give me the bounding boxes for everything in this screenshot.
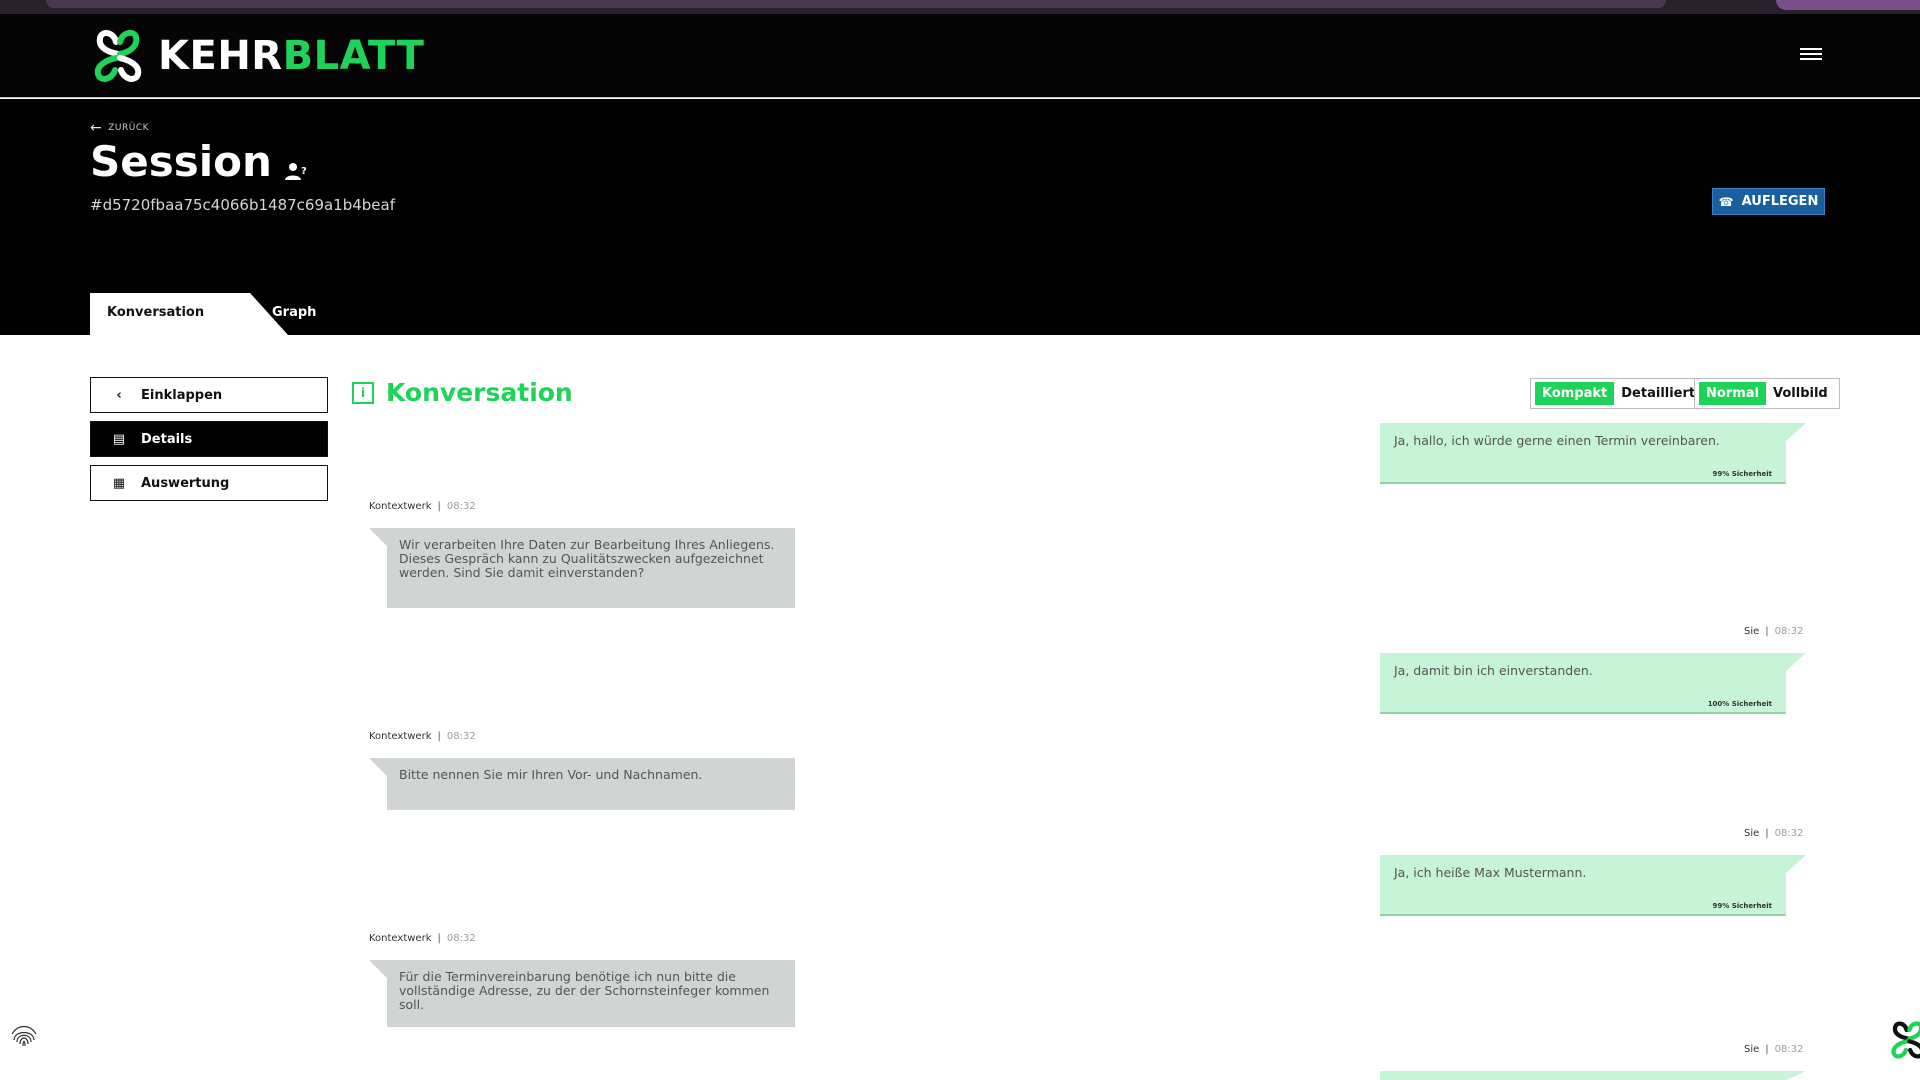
message-text: Bitte nennen Sie mir Ihren Vor- und Nach…: [399, 767, 703, 782]
collapse-label: Einklappen: [141, 387, 223, 403]
user-message: [1380, 1071, 1806, 1080]
message-sender: Sie: [1744, 1044, 1760, 1055]
kehrblatt-logo[interactable]: KEHRBLATT: [90, 28, 424, 84]
svg-text:?: ?: [301, 166, 307, 177]
message-sender: Sie: [1744, 828, 1760, 839]
user-message: Ja, ich heiße Max Mustermann. 99% Sicher…: [1380, 855, 1806, 916]
details-icon: ▤: [112, 431, 126, 447]
info-icon: i: [352, 381, 374, 404]
confidence-badge: 100% Sicherheit: [1707, 700, 1772, 708]
arrow-left-icon: ←: [90, 120, 103, 136]
fingerprint-icon[interactable]: [8, 1020, 40, 1052]
clover-widget-icon[interactable]: [1888, 1020, 1920, 1060]
size-mode-toggle: Normal Vollbild: [1694, 378, 1840, 409]
message-text: Für die Terminvereinbarung benötige ich …: [399, 969, 770, 1012]
page-title-text: Session: [90, 137, 272, 186]
sidebar-item-label: Details: [141, 431, 193, 447]
hangup-label: AUFLEGEN: [1741, 194, 1819, 209]
message-meta: Sie | 08:32: [1744, 626, 1804, 637]
compact-toggle[interactable]: Kompakt: [1535, 382, 1615, 405]
message-sender: Kontextwerk: [369, 731, 432, 742]
message-text: Wir verarbeiten Ihre Daten zur Bearbeitu…: [399, 537, 775, 580]
message-text: Ja, ich heiße Max Mustermann.: [1394, 865, 1587, 880]
bot-message: Wir verarbeiten Ihre Daten zur Bearbeitu…: [369, 528, 795, 608]
user-message: Ja, damit bin ich einverstanden. 100% Si…: [1380, 653, 1806, 714]
sidebar-item-details[interactable]: ▤ Details: [90, 421, 328, 457]
message-meta: Kontextwerk | 08:32: [369, 731, 476, 742]
view-mode-toggle: Kompakt Detailliert: [1530, 378, 1708, 409]
session-header: ← ZURÜCK Session ? #d5720fbaa75c4066b148…: [0, 99, 1920, 335]
unknown-user-icon: ?: [284, 163, 307, 180]
collapse-button[interactable]: ‹ Einklappen: [90, 377, 328, 413]
hangup-button[interactable]: ☎ AUFLEGEN: [1712, 188, 1825, 215]
user-message: Ja, hallo, ich würde gerne einen Termin …: [1380, 423, 1806, 484]
browser-address-bar: [46, 0, 1666, 8]
message-text: Ja, damit bin ich einverstanden.: [1394, 663, 1593, 678]
message-time: 08:32: [1774, 626, 1804, 637]
message-meta: Sie | 08:32: [1744, 828, 1804, 839]
message-time: 08:32: [1774, 1044, 1804, 1055]
phone-hangup-icon: ☎: [1718, 194, 1734, 209]
confidence-badge: 99% Sicherheit: [1712, 470, 1772, 478]
sidebar-item-label: Auswertung: [141, 475, 230, 491]
detailed-toggle[interactable]: Detailliert: [1614, 382, 1702, 405]
normal-toggle[interactable]: Normal: [1699, 382, 1766, 405]
tab-konversation[interactable]: Konversation: [90, 293, 250, 335]
message-time: 08:32: [446, 501, 476, 512]
message-meta: Kontextwerk | 08:32: [369, 933, 476, 944]
top-navigation: KEHRBLATT: [0, 14, 1920, 98]
bot-message: Bitte nennen Sie mir Ihren Vor- und Nach…: [369, 758, 795, 810]
message-sender: Kontextwerk: [369, 933, 432, 944]
brand-name: KEHRBLATT: [158, 33, 425, 79]
fullscreen-toggle[interactable]: Vollbild: [1766, 382, 1835, 405]
browser-extension: [1776, 0, 1920, 10]
page-title: Session ?: [90, 137, 308, 186]
message-time: 08:32: [1774, 828, 1804, 839]
confidence-badge: 99% Sicherheit: [1712, 902, 1772, 910]
browser-strip: [0, 0, 1920, 14]
conversation-title: Konversation: [386, 378, 573, 407]
chevron-left-icon: ‹: [116, 387, 122, 403]
message-sender: Kontextwerk: [369, 501, 432, 512]
back-link[interactable]: ← ZURÜCK: [90, 120, 149, 136]
conversation-heading: i Konversation: [352, 378, 573, 407]
message-time: 08:32: [446, 933, 476, 944]
session-id: #d5720fbaa75c4066b1487c69a1b4beaf: [90, 196, 396, 214]
hamburger-menu-icon[interactable]: [1800, 48, 1822, 66]
bot-message: Für die Terminvereinbarung benötige ich …: [369, 960, 795, 1027]
back-label: ZURÜCK: [108, 123, 150, 133]
message-meta: Kontextwerk | 08:32: [369, 501, 476, 512]
clover-logo-icon: [94, 29, 142, 82]
chart-icon: ▦: [112, 475, 126, 491]
message-time: 08:32: [446, 731, 476, 742]
sidebar: ‹ Einklappen ▤ Details ▦ Auswertung: [90, 377, 328, 509]
tab-graph[interactable]: Graph: [272, 305, 316, 320]
message-meta: Sie | 08:32: [1744, 1044, 1804, 1055]
message-text: Ja, hallo, ich würde gerne einen Termin …: [1394, 433, 1720, 448]
message-sender: Sie: [1744, 626, 1760, 637]
sidebar-item-auswertung[interactable]: ▦ Auswertung: [90, 465, 328, 501]
